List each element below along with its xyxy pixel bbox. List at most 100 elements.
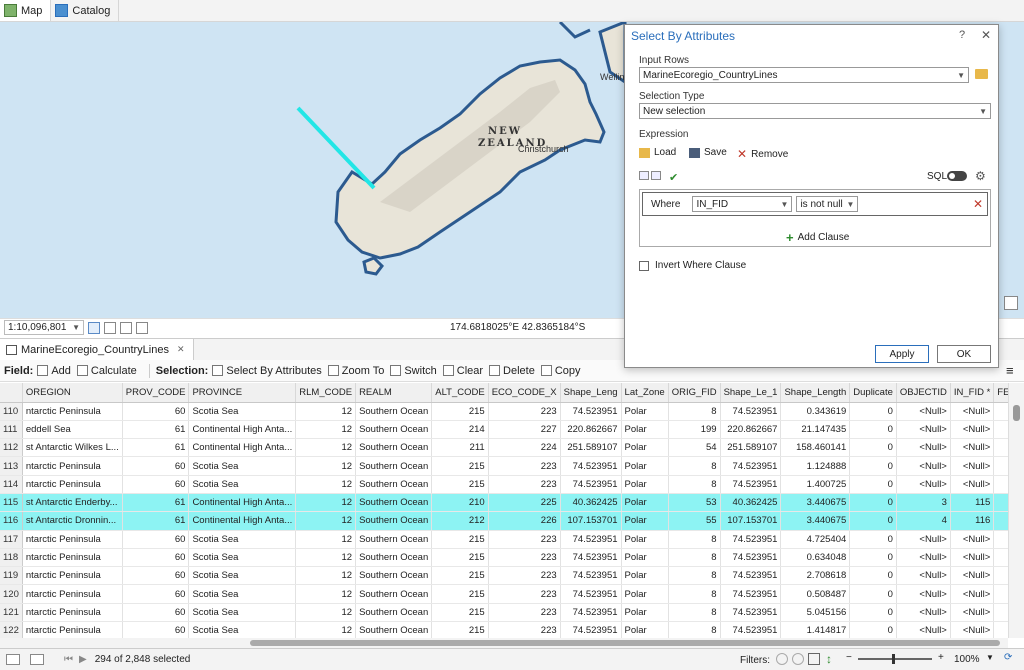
row-number[interactable]: 110 (0, 402, 23, 421)
sort-icon[interactable]: ↕ (826, 652, 832, 666)
input-rows-dropdown[interactable]: MarineEcoregio_CountryLines ▼ (639, 67, 969, 83)
table-cell[interactable]: 74.523951 (720, 475, 782, 494)
row-number[interactable]: 121 (0, 603, 23, 623)
table-cell[interactable]: <Null> (896, 548, 951, 568)
table-cell[interactable]: Southern Ocean (355, 566, 433, 586)
row-number[interactable]: 119 (0, 566, 23, 586)
vertical-scrollbar[interactable] (1008, 383, 1024, 638)
table-row[interactable]: 115st Antarctic Enderby... 61 Continental … (0, 493, 1008, 513)
table-cell[interactable]: ntarctic Peninsula (22, 566, 123, 586)
table-cell[interactable]: <Null> (950, 420, 995, 440)
table-cell[interactable]: 12 (295, 456, 357, 476)
operator-dropdown[interactable]: is not null ▼ (796, 196, 859, 212)
table-row[interactable]: 117 ntarctic Peninsula 60 Scotia Sea 12 South… (0, 530, 1008, 549)
table-cell[interactable]: 74.523951 (720, 456, 782, 476)
table-cell[interactable]: Southern Ocean (355, 530, 433, 549)
table-cell[interactable]: ntarctic Peninsula (22, 456, 123, 476)
column-header[interactable] (0, 383, 23, 403)
table-cell[interactable]: Polar (621, 438, 669, 458)
table-cell[interactable]: <Null> (993, 420, 1008, 440)
table-cell[interactable]: <Null> (993, 438, 1008, 458)
table-row[interactable]: 113 ntarctic Peninsula 60 Scotia Sea 12 South… (0, 456, 1008, 476)
table-cell[interactable]: Continental High Anta... (188, 493, 297, 513)
table-cell[interactable]: <Null> (993, 566, 1008, 586)
table-cell[interactable]: <Null> (950, 530, 995, 549)
table-cell[interactable]: Polar (621, 621, 669, 638)
table-cell[interactable]: 8 (668, 566, 721, 586)
table-cell[interactable]: ntarctic Peninsula (22, 548, 123, 568)
map-grid-icon[interactable] (88, 321, 100, 334)
column-header[interactable]: Shape_Length (780, 383, 851, 403)
table-cell[interactable]: 210 (431, 493, 489, 513)
table-cell[interactable]: 107.153701 (560, 511, 622, 531)
table-cell[interactable]: 74.523951 (720, 566, 782, 586)
calculate-button[interactable]: Calculate (76, 365, 137, 377)
table-cell[interactable]: 74.523951 (560, 621, 622, 638)
table-cell[interactable]: 60 (122, 621, 190, 638)
table-cell[interactable]: Southern Ocean (355, 584, 433, 604)
table-cell[interactable]: Continental High Anta... (188, 511, 297, 531)
zoom-slider[interactable] (858, 658, 932, 660)
gear-icon[interactable]: ⚙ (975, 169, 986, 183)
table-cell[interactable]: <Null> (896, 566, 951, 586)
table-cell[interactable]: Polar (621, 456, 669, 476)
table-cell[interactable]: 74.523951 (720, 530, 782, 549)
table-cell[interactable]: 227 (488, 420, 561, 440)
snapping-icon[interactable] (120, 321, 132, 334)
help-icon[interactable]: ? (959, 29, 965, 41)
table-cell[interactable]: 8 (668, 456, 721, 476)
zoom-out-icon[interactable]: − (846, 652, 852, 663)
table-cell[interactable]: <Null> (950, 402, 995, 421)
table-cell[interactable]: 12 (295, 438, 357, 458)
table-cell[interactable]: 55 (668, 511, 721, 531)
table-cell[interactable]: 0.634048 (780, 548, 851, 568)
tab-catalog[interactable]: Catalog (51, 0, 120, 21)
table-cell[interactable]: 12 (295, 603, 357, 623)
row-number[interactable]: 122 (0, 621, 23, 638)
folder-icon[interactable] (975, 69, 988, 79)
table-cell[interactable]: Scotia Sea (188, 530, 297, 549)
tab-map[interactable]: Map (0, 0, 52, 21)
close-icon[interactable]: ✕ (177, 344, 185, 355)
vertical-scroll-thumb[interactable] (1013, 405, 1020, 421)
table-row[interactable]: 114 ntarctic Peninsula 60 Scotia Sea 12 South… (0, 475, 1008, 494)
table-cell[interactable]: Southern Ocean (355, 493, 433, 513)
table-cell[interactable]: 74.523951 (720, 603, 782, 623)
table-cell[interactable]: Continental High Anta... (188, 438, 297, 458)
table-cell[interactable]: Southern Ocean (355, 438, 433, 458)
table-row[interactable]: 112st Antarctic Wilkes L... 61 Continental… (0, 438, 1008, 458)
row-number[interactable]: 111 (0, 420, 23, 440)
table-cell[interactable]: 61 (122, 420, 190, 440)
save-button[interactable]: Save (689, 147, 727, 158)
table-cell[interactable]: <Null> (993, 456, 1008, 476)
table-cell[interactable]: 61 (122, 511, 190, 531)
column-header[interactable]: Shape_Leng (560, 383, 622, 403)
table-cell[interactable]: 0 (849, 530, 897, 549)
filter-selection-icon[interactable] (792, 653, 804, 665)
table-cell[interactable]: eddell Sea (22, 420, 123, 440)
table-cell[interactable]: <Null> (950, 548, 995, 568)
table-cell[interactable]: Polar (621, 530, 669, 549)
table-row[interactable]: 120 ntarctic Peninsula 60 Scotia Sea 12 South… (0, 584, 1008, 604)
table-cell[interactable]: Continental High Anta... (188, 420, 297, 440)
table-cell[interactable]: 12 (295, 566, 357, 586)
table-cell[interactable]: 61 (122, 438, 190, 458)
table-cell[interactable]: Scotia Sea (188, 566, 297, 586)
table-cell[interactable]: 8 (668, 530, 721, 549)
selection-type-dropdown[interactable]: New selection ▼ (639, 103, 991, 119)
table-cell[interactable]: <Null> (896, 475, 951, 494)
table-cell[interactable]: <Null> (896, 584, 951, 604)
table-cell[interactable]: 215 (431, 621, 489, 638)
row-number[interactable]: 116 (0, 511, 23, 531)
column-header[interactable]: OBJECTID (896, 383, 951, 403)
table-row[interactable]: 110 ntarctic Peninsula 60 Scotia Sea 12 South… (0, 402, 1008, 421)
table-cell[interactable]: Polar (621, 566, 669, 586)
table-cell[interactable]: 107.153701 (720, 511, 782, 531)
delete-clause-icon[interactable]: ✕ (973, 197, 983, 211)
table-cell[interactable]: 226 (488, 511, 561, 531)
table-cell[interactable]: 0 (849, 420, 897, 440)
table-cell[interactable]: <Null> (950, 603, 995, 623)
apply-button[interactable]: Apply (875, 345, 929, 363)
table-cell[interactable]: <Null> (993, 603, 1008, 623)
column-header[interactable]: OREGION (22, 383, 123, 403)
